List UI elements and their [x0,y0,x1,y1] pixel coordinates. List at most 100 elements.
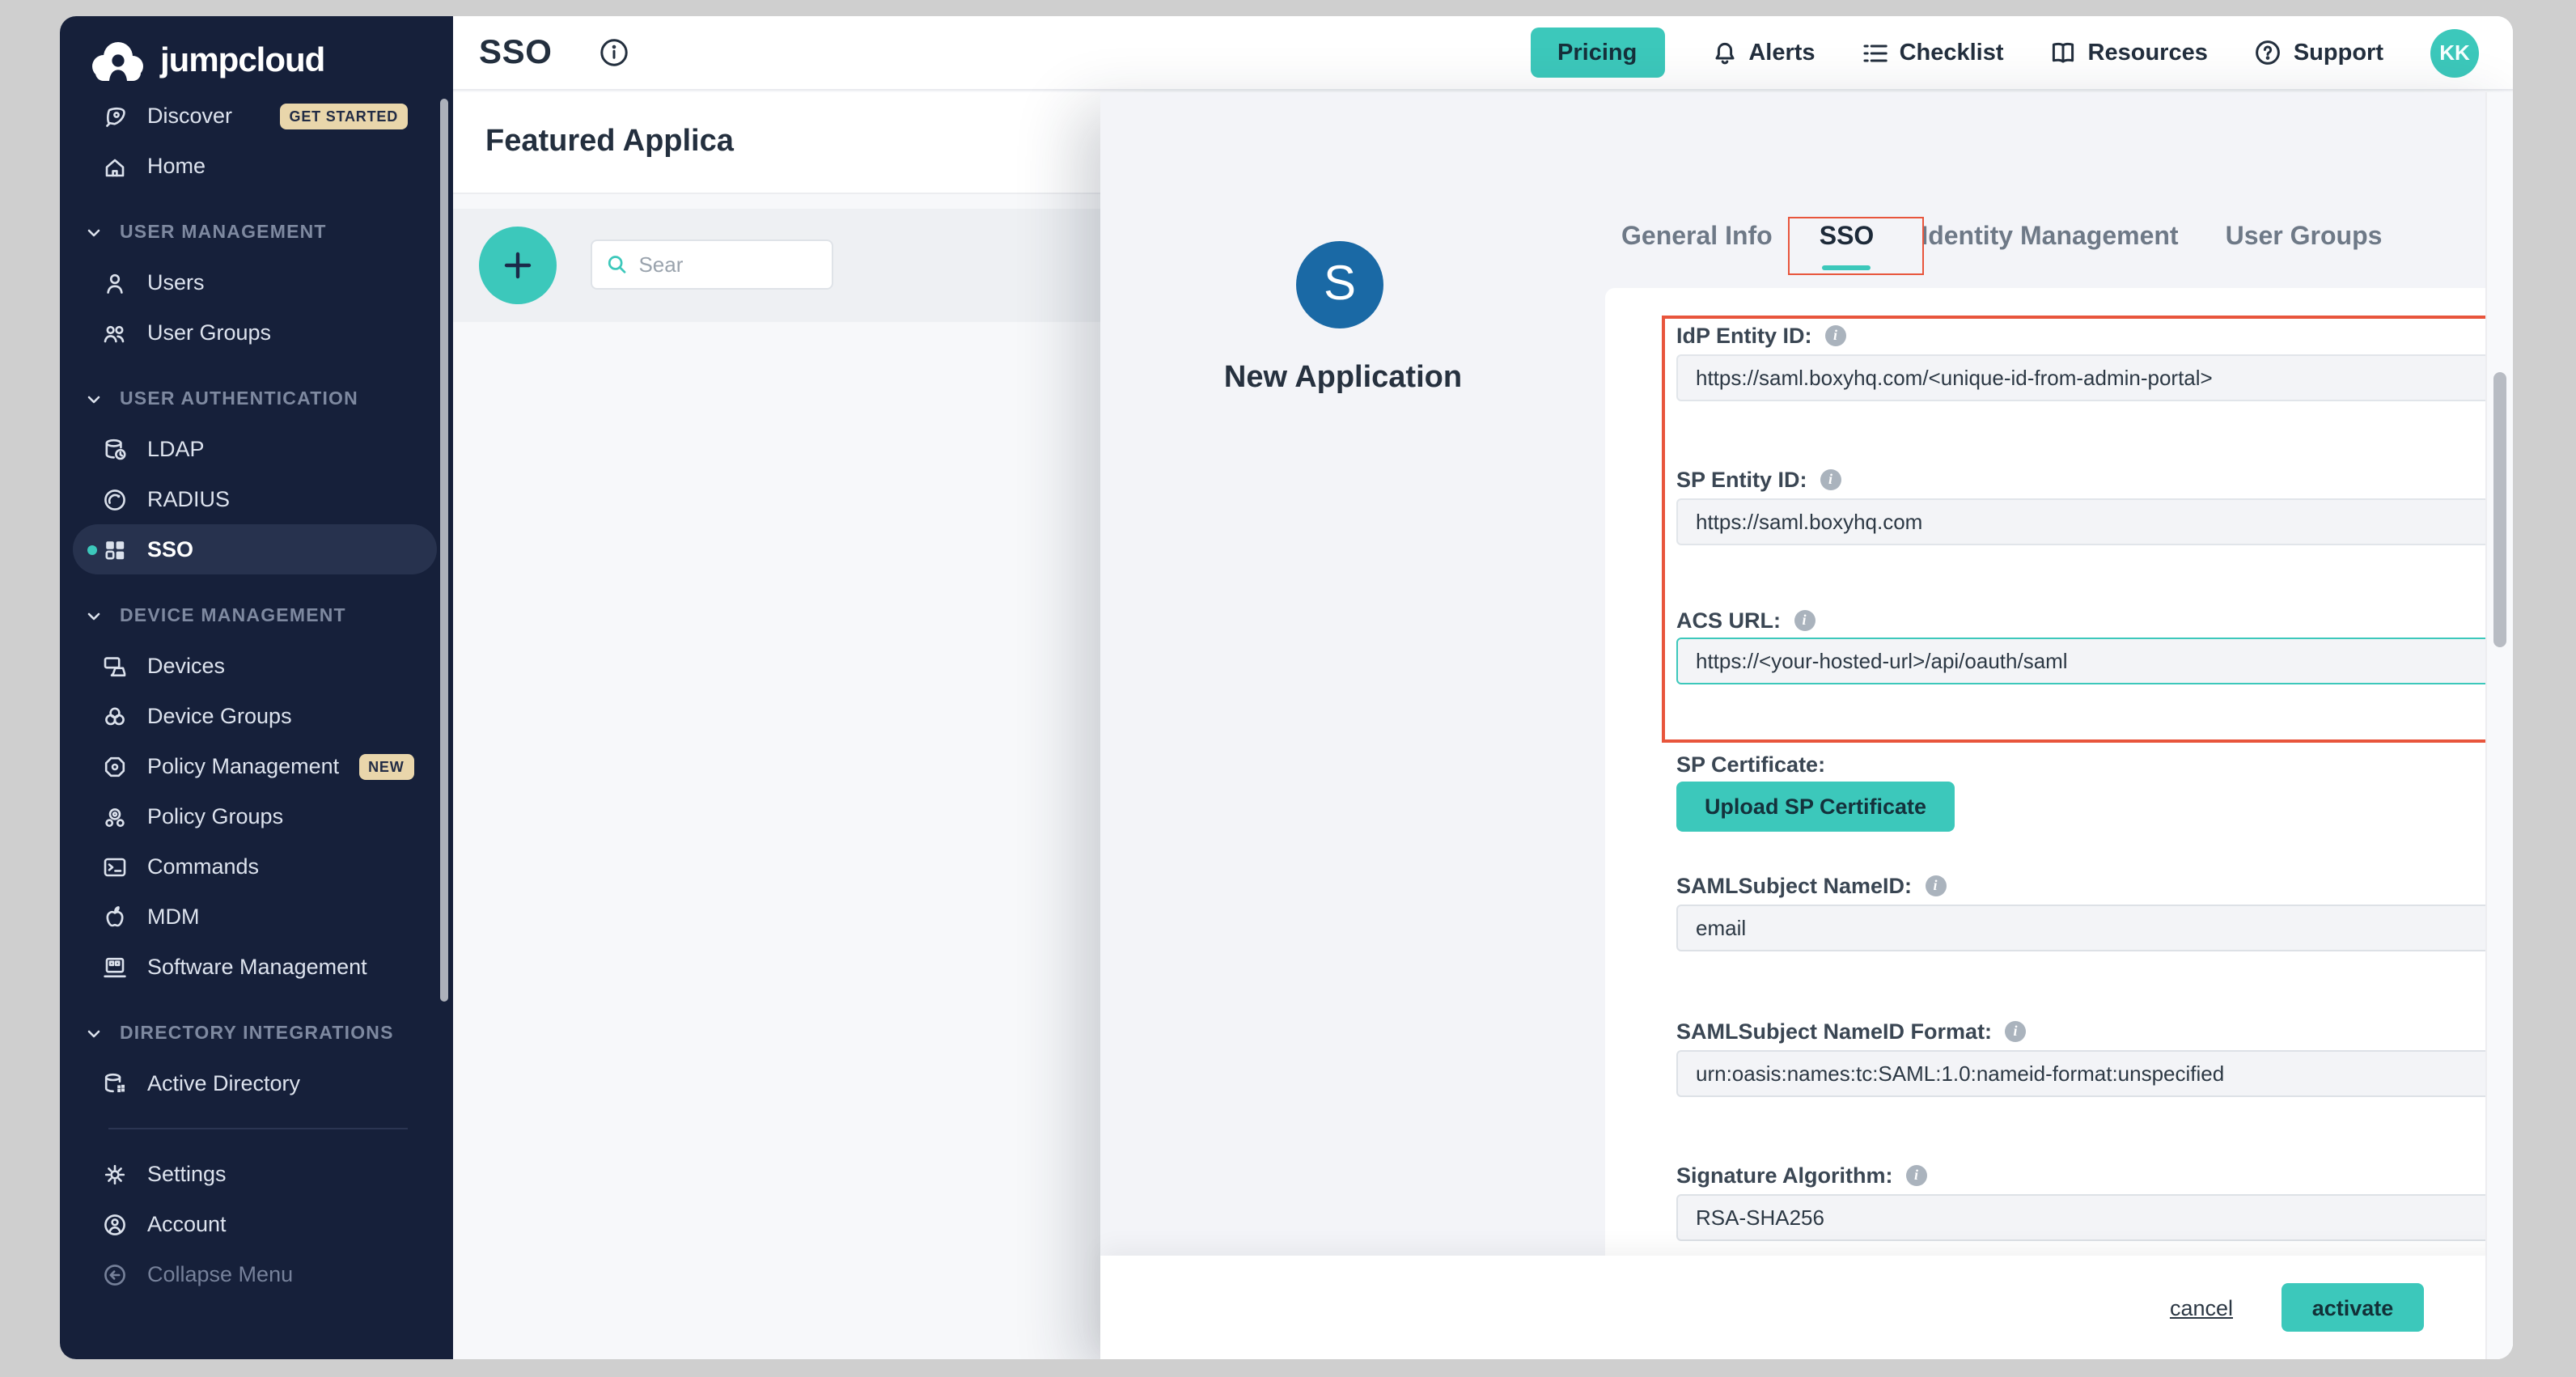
sidebar-item-label: Account [147,1212,227,1236]
checklist-icon [1862,41,1888,64]
sidebar-item-software-management[interactable]: Software Management [60,942,453,992]
acs-url-input[interactable] [1676,638,2513,684]
home-icon [102,153,128,179]
sidebar-item-devices[interactable]: Devices [60,641,453,691]
featured-applications-title: Featured Applica [485,125,734,160]
sidebar-scrollbar[interactable] [440,99,448,1002]
sidebar-item-discover[interactable]: Discover GET STARTED [60,91,453,141]
sidebar-item-ldap[interactable]: LDAP [60,424,453,474]
modal-scrollbar-track[interactable] [2485,92,2513,1359]
policy-groups-icon [102,803,128,829]
device-groups-icon [102,703,128,729]
chevron-down-icon [81,1027,107,1040]
sidebar-item-mdm[interactable]: MDM [60,892,453,942]
sp-entity-id-input[interactable] [1676,498,2513,545]
add-application-button[interactable] [479,227,557,304]
sidebar-section-user-authentication[interactable]: USER AUTHENTICATION [60,374,453,424]
signature-algorithm-select[interactable]: RSA-SHA256▼ [1676,1194,2513,1241]
sidebar-item-label: User Groups [147,320,271,345]
policy-management-icon [102,753,128,779]
sso-config-panel: IdP Entity ID:i SP Entity ID:i ACS URL:i… [1605,288,2513,1359]
devices-icon [102,653,128,679]
sidebar-section-directory-integrations[interactable]: DIRECTORY INTEGRATIONS [60,1008,453,1058]
info-icon[interactable]: i [1925,875,1946,896]
page-title: SSO [479,33,553,72]
sso-grid-icon [102,536,128,562]
sidebar-item-policy-groups[interactable]: Policy Groups [60,791,453,841]
alerts-button[interactable]: Alerts [1711,40,1815,66]
resources-button[interactable]: Resources [2051,40,2208,66]
sidebar-item-policy-management[interactable]: Policy Management NEW [60,741,453,791]
sidebar-item-device-groups[interactable]: Device Groups [60,691,453,741]
idp-entity-id-input[interactable] [1676,354,2513,401]
samlsubject-nameid-format-select[interactable]: urn:oasis:names:tc:SAML:1.0:nameid-forma… [1676,1050,2513,1097]
sidebar-item-account[interactable]: Account [60,1199,453,1249]
info-icon[interactable]: i [1906,1164,1927,1185]
sidebar: jumpcloud Discover GET STARTED Home USER… [60,16,453,1359]
header-actions: Pricing Alerts Checklist Resources [1530,28,2479,78]
info-icon[interactable]: i [1825,324,1846,345]
nav-label: Support [2294,40,2383,66]
modal-footer: cancel activate [1100,1256,2513,1359]
signature-algorithm-label: Signature Algorithm:i [1676,1162,1927,1188]
info-icon[interactable] [600,37,630,68]
sidebar-item-sso[interactable]: SSO [73,524,437,574]
nav-label: Alerts [1748,40,1815,66]
search-input[interactable] [638,252,817,277]
sidebar-item-users[interactable]: Users [60,257,453,307]
upload-sp-certificate-button[interactable]: Upload SP Certificate [1676,782,1955,832]
pricing-button[interactable]: Pricing [1530,28,1664,78]
sidebar-item-label: SSO [147,537,193,561]
sidebar-item-label: Discover [147,104,232,128]
samlsubject-nameid-select[interactable]: email▼ [1676,905,2513,951]
page-header: SSO Pricing Alerts Checklist [453,16,2513,91]
nav-label: Checklist [1900,40,2004,66]
book-icon [2051,40,2077,65]
section-title: USER MANAGEMENT [120,222,327,242]
info-icon[interactable]: i [1794,609,1815,630]
sidebar-section-user-management[interactable]: USER MANAGEMENT [60,207,453,257]
sidebar-item-settings[interactable]: Settings [60,1149,453,1199]
support-button[interactable]: Support [2255,39,2383,66]
gear-icon [102,1161,128,1187]
tab-user-groups[interactable]: User Groups [2226,220,2383,256]
sidebar-item-commands[interactable]: Commands [60,841,453,892]
sidebar-item-label: Software Management [147,955,367,979]
active-directory-icon [102,1070,128,1096]
cancel-button[interactable]: cancel [2170,1295,2233,1320]
sidebar-item-home[interactable]: Home [60,141,453,191]
sidebar-item-label: LDAP [147,437,205,461]
account-icon [102,1211,128,1237]
software-management-icon [102,954,128,980]
tab-general-info[interactable]: General Info [1621,220,1773,256]
checklist-button[interactable]: Checklist [1862,40,2004,66]
application-name: New Application [1141,361,1545,396]
modal-tabs: General Info SSO Identity Management Use… [1621,220,2382,256]
sidebar-item-active-directory[interactable]: Active Directory [60,1058,453,1108]
ldap-database-icon [102,436,128,462]
activate-button[interactable]: activate [2282,1283,2424,1332]
main-content: SSO Pricing Alerts Checklist [453,16,2513,1359]
sidebar-item-radius[interactable]: RADIUS [60,474,453,524]
question-circle-icon [2255,39,2282,66]
sidebar-item-collapse-menu[interactable]: Collapse Menu [60,1249,453,1299]
plus-icon [500,248,536,283]
sidebar-item-label: Collapse Menu [147,1262,293,1286]
apple-mdm-icon [102,904,128,930]
chevron-down-icon [81,226,107,239]
sidebar-item-user-groups[interactable]: User Groups [60,307,453,358]
info-icon[interactable]: i [1820,468,1841,489]
info-icon[interactable]: i [2005,1020,2026,1041]
avatar[interactable]: KK [2430,28,2479,77]
sidebar-divider [108,1128,408,1129]
modal-scrollbar-thumb[interactable] [2493,372,2506,647]
section-title: USER AUTHENTICATION [120,389,358,409]
sidebar-item-label: Policy Management [147,754,339,778]
idp-entity-id-label: IdP Entity ID:i [1676,322,1846,348]
new-application-modal: S New Application General Info SSO Ident… [1100,92,2513,1359]
search-box[interactable] [591,239,833,290]
jumpcloud-logo: jumpcloud [60,16,453,91]
tab-identity-management[interactable]: Identity Management [1921,220,2178,256]
section-title: DIRECTORY INTEGRATIONS [120,1023,394,1043]
sidebar-section-device-management[interactable]: DEVICE MANAGEMENT [60,591,453,641]
